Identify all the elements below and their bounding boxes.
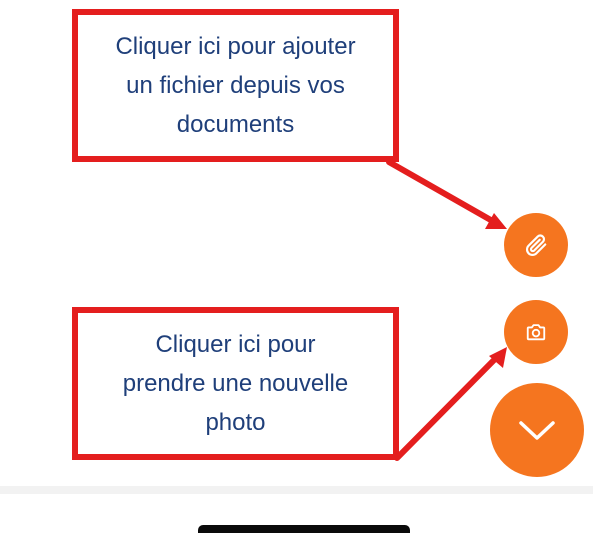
callout-line: documents — [176, 111, 295, 138]
collapse-actions-button[interactable] — [490, 383, 584, 477]
home-indicator[interactable] — [198, 525, 410, 533]
take-photo-button[interactable] — [504, 300, 568, 364]
take-photo-callout-text: Cliquer ici pour prendre une nouvelle ph… — [123, 325, 349, 442]
callout-line: photo — [205, 409, 266, 436]
chevron-down-icon — [519, 421, 555, 440]
callout-line: un fichier depuis vos — [126, 72, 345, 99]
paperclip-icon — [525, 234, 547, 256]
camera-icon — [526, 324, 546, 341]
attach-file-callout-text: Cliquer ici pour ajouter un fichier depu… — [115, 27, 355, 144]
callout-line: Cliquer ici pour — [155, 331, 316, 358]
screen: Cliquer ici pour ajouter un fichier depu… — [0, 0, 593, 533]
callout-line: prendre une nouvelle — [122, 370, 349, 397]
attach-file-callout: Cliquer ici pour ajouter un fichier depu… — [72, 9, 399, 162]
attach-file-button[interactable] — [504, 213, 568, 277]
bottom-bar-divider — [0, 486, 593, 494]
take-photo-callout: Cliquer ici pour prendre une nouvelle ph… — [72, 307, 399, 460]
callout-line: Cliquer ici pour ajouter — [115, 33, 356, 60]
arrow-to-attach-button — [386, 159, 507, 229]
